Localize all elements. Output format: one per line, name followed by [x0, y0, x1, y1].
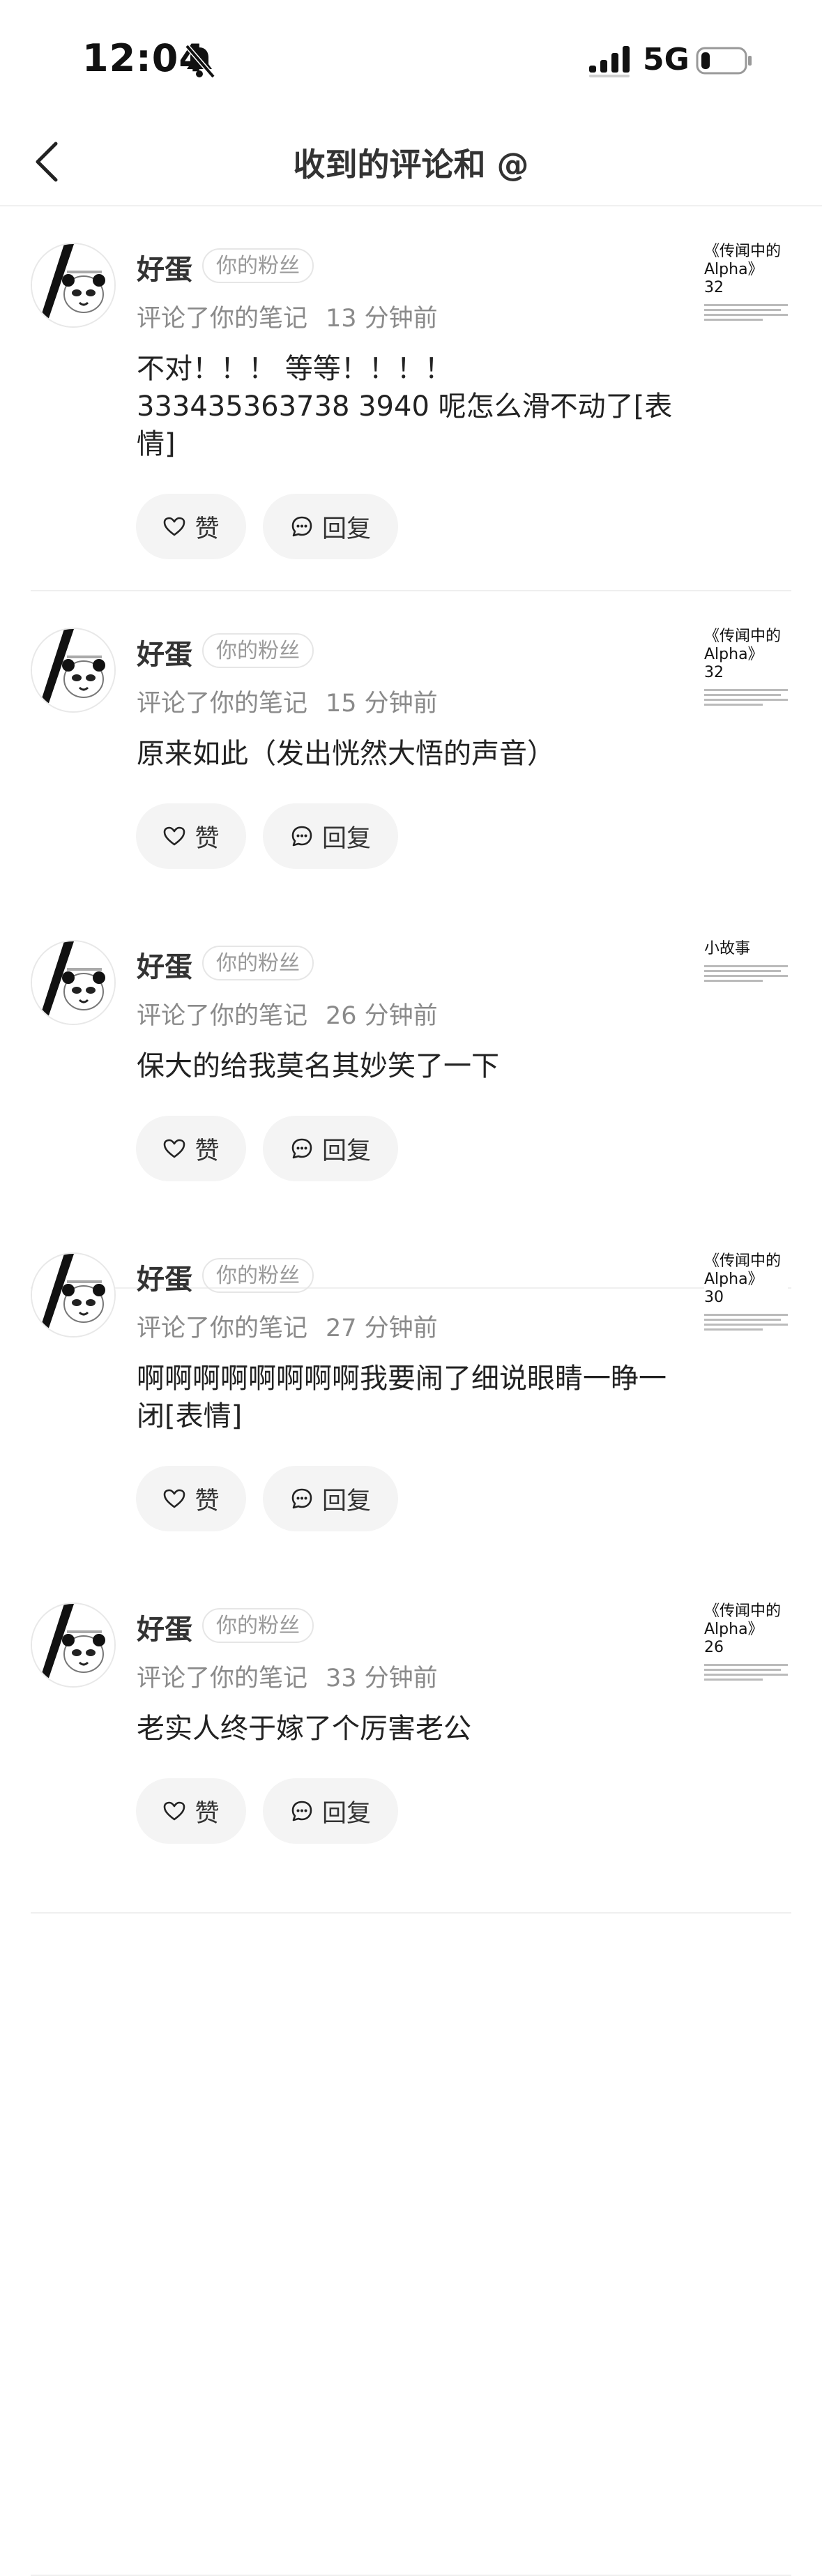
follower-badge: 你的粉丝	[202, 1608, 314, 1643]
note-thumbnail[interactable]: 《传闻中的 Alpha》 26	[704, 1603, 788, 1693]
avatar[interactable]	[31, 1252, 116, 1338]
heart-icon	[164, 1801, 185, 1821]
like-label: 赞	[195, 824, 220, 853]
thumbnail-title: 《传闻中的 Alpha》 32	[704, 243, 782, 296]
comment-time: 27 分钟前	[326, 1314, 438, 1342]
chat-bubble-icon	[291, 1138, 312, 1159]
avatar[interactable]	[31, 1603, 116, 1688]
panda-avatar-icon	[32, 244, 114, 326]
reply-label: 回复	[321, 1137, 371, 1165]
thumbnail-text-lines	[704, 304, 788, 321]
reply-button[interactable]: 回复	[263, 1778, 398, 1844]
like-button[interactable]: 赞	[136, 1466, 246, 1531]
comment-text[interactable]: 保大的给我莫名其妙笑了一下	[137, 1047, 680, 1085]
follower-badge: 你的粉丝	[202, 1258, 314, 1293]
like-button[interactable]: 赞	[136, 803, 246, 869]
reply-button[interactable]: 回复	[263, 494, 398, 559]
thumbnail-text-lines	[704, 1664, 788, 1681]
comment-meta: 评论了你的笔记 15 分钟前	[137, 683, 438, 719]
username[interactable]: 好蛋	[137, 1257, 192, 1297]
thumbnail-title: 《传闻中的 Alpha》 26	[704, 1603, 782, 1656]
like-label: 赞	[195, 1487, 220, 1515]
comment-text[interactable]: 不对！！！ 等等！！！！ 333435363738 3940 呢怎么滑不动了[表…	[137, 350, 680, 463]
comment-time: 15 分钟前	[326, 690, 438, 718]
battery-icon	[696, 47, 752, 75]
comment-action: 评论了你的笔记	[137, 305, 308, 333]
thumbnail-text-lines	[704, 1314, 788, 1331]
comment-time: 33 分钟前	[326, 1665, 438, 1692]
note-thumbnail[interactable]: 小故事	[704, 940, 788, 1031]
comment-action: 评论了你的笔记	[137, 1665, 308, 1692]
page-title: 收到的评论和 @	[293, 146, 529, 183]
avatar[interactable]	[31, 940, 116, 1025]
like-button[interactable]: 赞	[136, 494, 246, 559]
reply-button[interactable]: 回复	[263, 1466, 398, 1531]
like-label: 赞	[195, 515, 220, 543]
avatar[interactable]	[31, 628, 116, 713]
username[interactable]: 好蛋	[137, 632, 192, 672]
like-label: 赞	[195, 1799, 220, 1828]
follower-badge: 你的粉丝	[202, 946, 314, 980]
chat-bubble-icon	[291, 1801, 312, 1821]
username[interactable]: 好蛋	[137, 944, 192, 985]
reply-label: 回复	[321, 824, 371, 853]
reply-button[interactable]: 回复	[263, 1116, 398, 1181]
follower-badge: 你的粉丝	[202, 248, 314, 283]
note-thumbnail[interactable]: 《传闻中的 Alpha》 30	[704, 1252, 788, 1343]
comment-text[interactable]: 原来如此（发出恍然大悟的声音）	[137, 735, 680, 773]
thumbnail-title: 小故事	[704, 940, 751, 957]
chat-bubble-icon	[291, 1488, 312, 1509]
username[interactable]: 好蛋	[137, 1607, 192, 1647]
panda-avatar-icon	[32, 629, 114, 711]
thumbnail-title: 《传闻中的 Alpha》 32	[704, 628, 782, 681]
panda-avatar-icon	[32, 1604, 114, 1686]
like-label: 赞	[195, 1137, 220, 1165]
comment-time: 26 分钟前	[326, 1002, 438, 1030]
chat-bubble-icon	[291, 516, 312, 537]
thumbnail-text-lines	[704, 689, 788, 706]
follower-badge: 你的粉丝	[202, 633, 314, 668]
comment-action: 评论了你的笔记	[137, 1314, 308, 1342]
like-button[interactable]: 赞	[136, 1778, 246, 1844]
comment-meta: 评论了你的笔记 26 分钟前	[137, 996, 438, 1031]
comment-meta: 评论了你的笔记 33 分钟前	[137, 1658, 438, 1694]
panda-avatar-icon	[32, 1254, 114, 1336]
heart-icon	[164, 1489, 185, 1508]
comment-meta: 评论了你的笔记 27 分钟前	[137, 1308, 438, 1344]
comment-action: 评论了你的笔记	[137, 1002, 308, 1030]
reply-button[interactable]: 回复	[263, 803, 398, 869]
status-bar: 12:04 5G	[0, 0, 822, 119]
divider	[31, 590, 791, 591]
comment-text[interactable]: 老实人终于嫁了个厉害老公	[137, 1710, 680, 1748]
comment-action: 评论了你的笔记	[137, 690, 308, 718]
bell-muted-icon	[185, 44, 215, 79]
thumbnail-title: 《传闻中的 Alpha》 30	[704, 1252, 782, 1306]
heart-icon	[164, 517, 185, 536]
reply-label: 回复	[321, 1487, 371, 1515]
comment-time: 13 分钟前	[326, 305, 438, 333]
note-thumbnail[interactable]: 《传闻中的 Alpha》 32	[704, 628, 788, 718]
nav-bar: 收到的评论和 @	[0, 119, 822, 206]
network-type: 5G	[643, 42, 690, 77]
comment-meta: 评论了你的笔记 13 分钟前	[137, 298, 438, 334]
heart-icon	[164, 1139, 185, 1158]
panda-avatar-icon	[32, 941, 114, 1024]
chat-bubble-icon	[291, 826, 312, 847]
note-thumbnail[interactable]: 《传闻中的 Alpha》 32	[704, 243, 788, 333]
thumbnail-text-lines	[704, 965, 788, 982]
divider	[31, 1912, 791, 1914]
heart-icon	[164, 826, 185, 846]
reply-label: 回复	[321, 1799, 371, 1828]
comment-text[interactable]: 啊啊啊啊啊啊啊啊我要闹了细说眼睛一睁一闭[表情]	[137, 1360, 680, 1435]
username[interactable]: 好蛋	[137, 247, 192, 287]
like-button[interactable]: 赞	[136, 1116, 246, 1181]
avatar[interactable]	[31, 243, 116, 328]
reply-label: 回复	[321, 515, 371, 543]
signal-icon	[589, 46, 630, 77]
